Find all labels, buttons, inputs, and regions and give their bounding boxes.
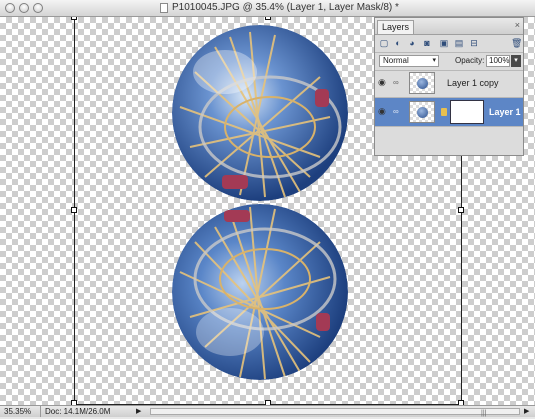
window-title: P1010045.JPG @ 35.4% (Layer 1, Layer Mas… — [160, 2, 399, 13]
link-icon: ∞ — [393, 107, 399, 116]
zoom-level[interactable]: 35.35% — [4, 406, 31, 417]
link-icon: ∞ — [393, 78, 399, 87]
mask-icon[interactable]: ◙ — [422, 38, 432, 48]
lock-all-icon[interactable]: ▤ — [454, 38, 464, 48]
blend-mode-value: Normal — [383, 56, 409, 65]
transform-handle-left[interactable] — [71, 207, 77, 213]
eye-icon[interactable]: ◉ — [378, 107, 386, 116]
mask-link-icon[interactable] — [441, 108, 447, 116]
blend-mode-select[interactable]: Normal ▾ — [379, 55, 439, 67]
opacity-label: Opacity: — [455, 56, 485, 65]
status-bar: 35.35% Doc: 14.1M/26.0M ▶ ||| ▶ — [0, 405, 535, 417]
layer-thumbnail — [409, 101, 435, 123]
opacity-field[interactable]: 100% — [486, 55, 510, 67]
layer-mask-thumbnail[interactable] — [450, 100, 484, 124]
layer-row-layer-1[interactable]: ◉ ∞ Layer 1 — [375, 98, 523, 127]
panel-tab-bar: Layers × — [375, 18, 523, 35]
fill-icon[interactable]: ◕ — [407, 38, 417, 48]
layer-row-layer-1-copy[interactable]: ◉ ∞ Layer 1 copy — [375, 69, 523, 98]
chevron-down-icon: ▾ — [432, 57, 436, 64]
new-layer-icon[interactable]: ▢ — [379, 38, 389, 48]
lock-icon[interactable]: ▣ — [439, 38, 449, 48]
eye-icon[interactable]: ◉ — [378, 78, 386, 87]
status-menu-arrow-icon[interactable]: ▶ — [136, 406, 141, 417]
transform-handle-top[interactable] — [265, 17, 271, 20]
layer-name: Layer 1 — [489, 107, 521, 117]
trash-icon[interactable]: 🗑 — [511, 38, 522, 48]
layers-toolbar: ▢ ◐ ◕ ◙ ▣ ▤ ⊟ 🗑 — [375, 35, 523, 53]
layer-thumbnail — [409, 72, 435, 94]
transform-handle-right[interactable] — [458, 207, 464, 213]
merge-icon[interactable]: ⊟ — [469, 38, 479, 48]
layer-name: Layer 1 copy — [447, 78, 499, 88]
window-title-text: P1010045.JPG @ 35.4% (Layer 1, Layer Mas… — [172, 2, 399, 13]
document-size: Doc: 14.1M/26.0M — [40, 406, 110, 417]
zoom-window-button[interactable] — [33, 3, 43, 13]
close-window-button[interactable] — [5, 3, 15, 13]
scroll-grip-icon[interactable]: ||| — [481, 408, 486, 419]
transform-handle-top-left[interactable] — [71, 17, 77, 20]
adjustment-icon[interactable]: ◐ — [393, 38, 403, 48]
tab-layers[interactable]: Layers — [377, 20, 415, 34]
document-icon — [160, 2, 168, 13]
layers-panel: Layers × ▢ ◐ ◕ ◙ ▣ ▤ ⊟ 🗑 Normal ▾ Opacit… — [374, 17, 524, 156]
horizontal-scrollbar[interactable]: ||| — [150, 408, 520, 417]
window-titlebar: P1010045.JPG @ 35.4% (Layer 1, Layer Mas… — [0, 0, 535, 17]
minimize-window-button[interactable] — [19, 3, 29, 13]
close-icon[interactable]: × — [515, 20, 520, 30]
scroll-right-arrow-icon[interactable]: ▶ — [524, 406, 529, 417]
opacity-slider-toggle[interactable]: ▾ — [511, 55, 521, 67]
